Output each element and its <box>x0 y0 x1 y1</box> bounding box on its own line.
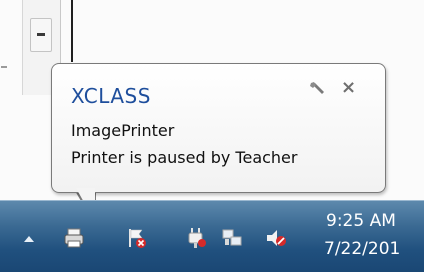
clock-time[interactable]: 9:25 AM <box>326 211 396 231</box>
network-icon[interactable] <box>220 226 244 250</box>
dropdown-dash-icon <box>37 33 45 36</box>
printer-icon[interactable] <box>62 226 86 250</box>
taskbar: 9:25 AM 7/22/201 <box>0 200 424 272</box>
dropdown-button[interactable] <box>30 18 52 52</box>
power-plug-icon[interactable] <box>184 226 208 250</box>
close-icon[interactable]: × <box>341 78 356 98</box>
balloon-printer-name: ImagePrinter <box>71 121 175 140</box>
clock-date[interactable]: 7/22/201 <box>324 239 400 259</box>
wrench-icon[interactable] <box>308 80 328 100</box>
window-divider <box>71 0 73 62</box>
notification-balloon[interactable]: XCLASS ImagePrinter Printer is paused by… <box>51 63 386 193</box>
volume-muted-icon[interactable] <box>264 226 288 250</box>
balloon-message: Printer is paused by Teacher <box>71 148 298 167</box>
balloon-title: XCLASS <box>71 84 151 108</box>
action-center-flag-icon[interactable] <box>124 226 148 250</box>
window-edge-mark <box>1 66 7 68</box>
show-hidden-icons-arrow[interactable] <box>24 236 34 242</box>
